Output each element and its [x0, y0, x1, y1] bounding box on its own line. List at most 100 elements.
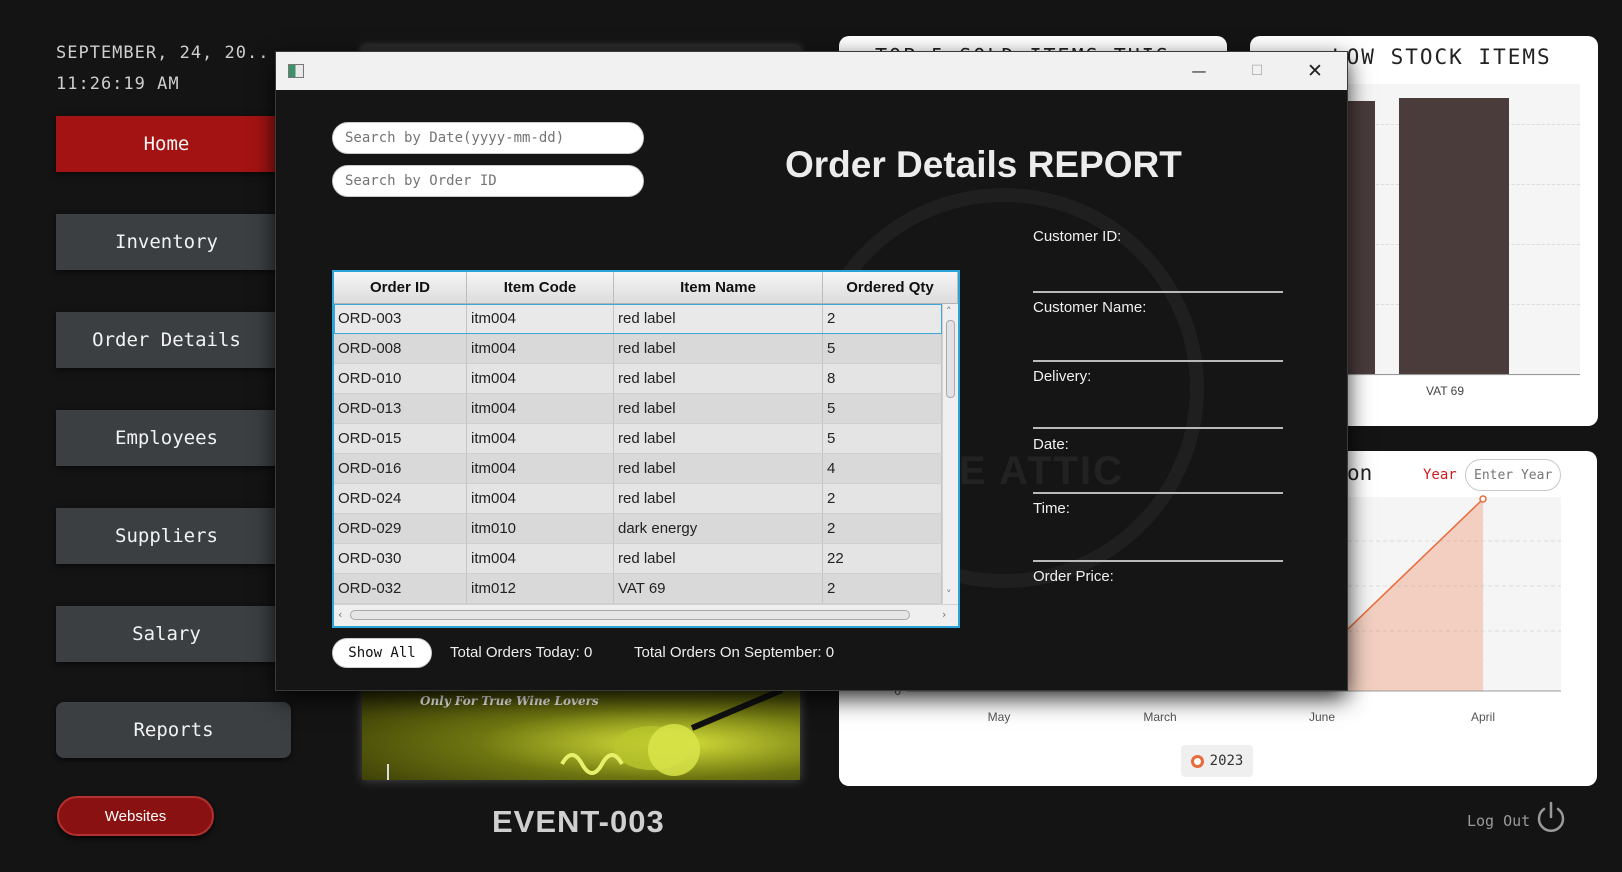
scroll-down-icon[interactable]: ˅ [946, 588, 952, 601]
legend-label: 2023 [1209, 753, 1244, 769]
nav-order-details-button[interactable]: Order Details [56, 312, 293, 368]
table-row[interactable]: ORD-015 itm004 red label 5 [334, 424, 942, 454]
table-cell: 22 [823, 544, 942, 573]
table-cell: VAT 69 [614, 574, 823, 603]
app-icon [288, 64, 304, 78]
power-icon[interactable] [1533, 800, 1569, 836]
legend-2023[interactable]: 2023 [1181, 745, 1253, 777]
table-cell: ORD-016 [334, 454, 467, 483]
table-row[interactable]: ORD-032 itm012 VAT 69 2 [334, 574, 942, 604]
column-header-ordered-qty[interactable]: Ordered Qty [823, 272, 958, 303]
horizontal-scrollbar[interactable]: ‹ › [334, 604, 958, 626]
customer-name-label: Customer Name: [1033, 299, 1147, 316]
table-cell: ORD-032 [334, 574, 467, 603]
table-cell: 4 [823, 454, 942, 483]
table-cell: red label [614, 304, 823, 333]
promo-banner: Only For True Wine Lovers [362, 688, 800, 780]
total-orders-today: Total Orders Today: 0 [450, 644, 593, 661]
table-cell: itm004 [467, 334, 614, 363]
nav-home-button[interactable]: Home [56, 116, 293, 172]
table-cell: 5 [823, 394, 942, 423]
column-header-item-name[interactable]: Item Name [614, 272, 823, 303]
table-cell: red label [614, 544, 823, 573]
order-price-label: Order Price: [1033, 568, 1114, 585]
x-tick-label: May [988, 710, 1011, 724]
x-tick-label: April [1471, 710, 1495, 724]
table-cell: itm012 [467, 574, 614, 603]
x-tick-label: VAT 69 [1426, 384, 1465, 398]
nav-inventory-button[interactable]: Inventory [56, 214, 293, 270]
table-cell: itm004 [467, 394, 614, 423]
minimize-button[interactable]: — [1176, 52, 1222, 90]
table-cell: 8 [823, 364, 942, 393]
table-cell: itm004 [467, 304, 614, 333]
data-point [1479, 495, 1487, 503]
table-row[interactable]: ORD-024 itm004 red label 2 [334, 484, 942, 514]
date-value [1033, 492, 1283, 494]
column-header-item-code[interactable]: Item Code [467, 272, 614, 303]
nav-suppliers-button[interactable]: Suppliers [56, 508, 293, 564]
table-cell: 2 [823, 484, 942, 513]
scroll-left-icon[interactable]: ‹ [338, 608, 342, 621]
table-row[interactable]: ORD-003 itm004 red label 2 [334, 304, 942, 334]
table-cell: ORD-029 [334, 514, 467, 543]
search-date-input[interactable] [332, 122, 644, 154]
table-row[interactable]: ORD-029 itm010 dark energy 2 [334, 514, 942, 544]
scroll-up-icon[interactable]: ˄ [946, 305, 952, 318]
customer-id-value [1033, 291, 1283, 293]
delivery-label: Delivery: [1033, 368, 1092, 385]
time-value [1033, 560, 1283, 562]
table-cell: ORD-030 [334, 544, 467, 573]
table-cell: ORD-013 [334, 394, 467, 423]
scroll-right-icon[interactable]: › [942, 608, 946, 621]
event-id: EVENT-003 [492, 804, 665, 839]
table-cell: itm004 [467, 544, 614, 573]
clock: SEPTEMBER, 24, 20.. 11:26:19 AM [56, 38, 269, 100]
table-cell: ORD-024 [334, 484, 467, 513]
legend-dot-icon [1190, 754, 1204, 768]
column-header-order-id[interactable]: Order ID [334, 272, 467, 303]
table-cell: ORD-010 [334, 364, 467, 393]
table-cell: itm010 [467, 514, 614, 543]
nav-salary-button[interactable]: Salary [56, 606, 293, 662]
nav-employees-button[interactable]: Employees [56, 410, 293, 466]
vertical-scroll-thumb[interactable] [946, 320, 955, 398]
table-cell: ORD-015 [334, 424, 467, 453]
table-row[interactable]: ORD-030 itm004 red label 22 [334, 544, 942, 574]
table-cell: 2 [823, 304, 942, 333]
vertical-scrollbar[interactable]: ˄ ˅ [942, 304, 958, 604]
table-cell: itm004 [467, 484, 614, 513]
table-cell: ORD-008 [334, 334, 467, 363]
table-header: Order ID Item Code Item Name Ordered Qty [334, 272, 958, 304]
table-row[interactable]: ORD-013 itm004 red label 5 [334, 394, 942, 424]
close-button[interactable]: ✕ [1292, 52, 1338, 90]
orders-table[interactable]: Order ID Item Code Item Name Ordered Qty… [332, 270, 960, 628]
table-cell: itm004 [467, 424, 614, 453]
horizontal-scroll-thumb[interactable] [350, 610, 910, 620]
table-cell: 5 [823, 424, 942, 453]
date-label: Date: [1033, 436, 1069, 453]
table-row[interactable]: ORD-008 itm004 red label 5 [334, 334, 942, 364]
table-cell: 2 [823, 514, 942, 543]
table-row[interactable]: ORD-016 itm004 red label 4 [334, 454, 942, 484]
total-orders-month: Total Orders On September: 0 [634, 644, 835, 661]
bar-vat-69 [1399, 97, 1509, 374]
table-body: ORD-003 itm004 red label 2 ORD-008 itm004 red … [334, 304, 942, 604]
customer-name-value [1033, 360, 1283, 362]
show-all-button[interactable]: Show All [332, 638, 432, 668]
report-title: Order Details REPORT [785, 144, 1182, 185]
maximize-button[interactable]: ☐ [1234, 52, 1280, 90]
table-cell: 5 [823, 334, 942, 363]
table-row[interactable]: ORD-010 itm004 red label 8 [334, 364, 942, 394]
delivery-value [1033, 427, 1283, 429]
table-cell: ORD-003 [334, 304, 467, 333]
logout-link[interactable]: Log Out [1467, 812, 1530, 830]
table-cell: dark energy [614, 514, 823, 543]
order-details-report-window: — ☐ ✕ THE WINE ATTIC Order Details REPOR… [276, 52, 1347, 690]
websites-button[interactable]: Websites [57, 796, 214, 836]
customer-id-label: Customer ID: [1033, 228, 1122, 245]
search-order-input[interactable] [332, 165, 644, 197]
table-cell: red label [614, 484, 823, 513]
nav-reports-button[interactable]: Reports [56, 702, 291, 758]
clock-date: SEPTEMBER, 24, 20.. [56, 43, 270, 63]
